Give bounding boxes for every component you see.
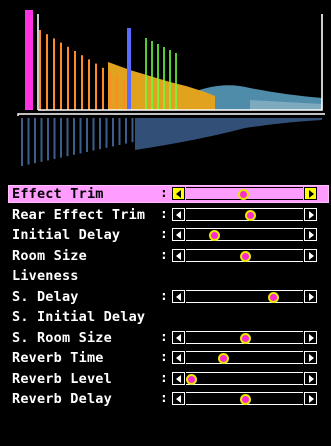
slider-track[interactable] [186, 289, 303, 303]
graph-axis-line [17, 113, 325, 116]
slider-track[interactable] [186, 187, 303, 200]
slider-track[interactable] [186, 207, 303, 221]
increase-arrow-icon[interactable] [304, 248, 317, 262]
param-label: Reverb Delay [12, 391, 112, 407]
param-slider[interactable] [172, 207, 317, 222]
param-row-reverb-delay[interactable]: Reverb Delay: [0, 389, 331, 410]
slider-track[interactable] [185, 371, 303, 385]
slider-knob[interactable] [239, 394, 251, 405]
increase-arrow-icon[interactable] [304, 351, 317, 364]
slider-track[interactable] [186, 228, 303, 241]
decrease-arrow-icon[interactable] [172, 289, 185, 303]
increase-arrow-icon[interactable] [304, 330, 317, 344]
param-label: Reverb Level [12, 370, 112, 387]
slider-knob[interactable] [238, 189, 250, 200]
param-colon: : [160, 288, 168, 304]
reverb-response-graph [17, 10, 325, 166]
param-row-rear-effect-trim[interactable]: Rear Effect Trim: [0, 205, 331, 226]
param-row-reverb-level[interactable]: Reverb Level: [0, 369, 331, 390]
param-row-s-initial-delay[interactable]: S. Initial Delay [0, 307, 331, 328]
param-colon: : [160, 329, 168, 345]
slider-track[interactable] [186, 351, 303, 364]
param-label: S. Delay [12, 288, 79, 305]
decrease-arrow-icon[interactable] [172, 351, 185, 364]
increase-arrow-icon[interactable] [304, 207, 317, 221]
decrease-arrow-icon[interactable] [172, 330, 185, 344]
param-colon: : [160, 370, 168, 386]
slider-track[interactable] [186, 248, 303, 262]
slider-knob[interactable] [239, 332, 251, 344]
param-row-effect-trim[interactable]: Effect Trim: [0, 184, 331, 205]
param-label: Effect Trim [12, 186, 104, 202]
param-row-s-delay[interactable]: S. Delay: [0, 287, 331, 308]
param-slider[interactable] [172, 330, 317, 345]
mirror-tail-area [135, 118, 322, 150]
param-colon: : [160, 206, 168, 222]
slider-track[interactable] [186, 392, 303, 405]
param-colon: : [160, 227, 168, 242]
decrease-arrow-icon[interactable] [172, 371, 185, 385]
param-row-s-room-size[interactable]: S. Room Size: [0, 328, 331, 349]
param-slider[interactable] [172, 371, 317, 386]
decrease-arrow-icon[interactable] [172, 207, 185, 221]
direct-sound-bar [25, 10, 33, 110]
parameter-list: Effect Trim: Rear Effect Trim: Initial D… [0, 184, 331, 410]
decrease-arrow-icon[interactable] [172, 228, 185, 241]
param-label: Room Size [12, 247, 87, 264]
slider-knob[interactable] [267, 291, 279, 303]
param-colon: : [160, 391, 168, 406]
param-row-reverb-time[interactable]: Reverb Time: [0, 348, 331, 369]
increase-arrow-icon[interactable] [304, 228, 317, 241]
increase-arrow-icon[interactable] [304, 392, 317, 405]
param-row-room-size[interactable]: Room Size: [0, 246, 331, 267]
param-label: S. Room Size [12, 329, 112, 346]
param-row-initial-delay[interactable]: Initial Delay: [0, 225, 331, 246]
param-colon: : [160, 186, 168, 201]
increase-arrow-icon[interactable] [304, 289, 317, 303]
increase-arrow-icon[interactable] [304, 187, 317, 200]
increase-arrow-icon[interactable] [304, 371, 317, 385]
slider-track[interactable] [186, 330, 303, 344]
param-slider[interactable] [172, 392, 317, 406]
param-label: S. Initial Delay [12, 309, 146, 325]
param-slider[interactable] [172, 289, 317, 304]
slider-knob[interactable] [245, 209, 257, 221]
param-slider[interactable] [172, 248, 317, 263]
param-label: Rear Effect Trim [12, 206, 146, 223]
param-slider[interactable] [172, 187, 317, 201]
param-slider[interactable] [172, 228, 317, 242]
param-label: Initial Delay [12, 227, 121, 243]
slider-knob[interactable] [218, 353, 230, 364]
slider-knob[interactable] [185, 373, 197, 385]
param-label: Reverb Time [12, 350, 104, 366]
decrease-arrow-icon[interactable] [172, 248, 185, 262]
slider-knob[interactable] [239, 250, 251, 262]
param-row-liveness[interactable]: Liveness [0, 266, 331, 287]
slider-knob[interactable] [209, 230, 221, 241]
param-colon: : [160, 247, 168, 263]
decrease-arrow-icon[interactable] [172, 392, 185, 405]
param-slider[interactable] [172, 351, 317, 365]
param-label: Liveness [12, 268, 79, 284]
decrease-arrow-icon[interactable] [172, 187, 185, 200]
param-colon: : [160, 350, 168, 365]
